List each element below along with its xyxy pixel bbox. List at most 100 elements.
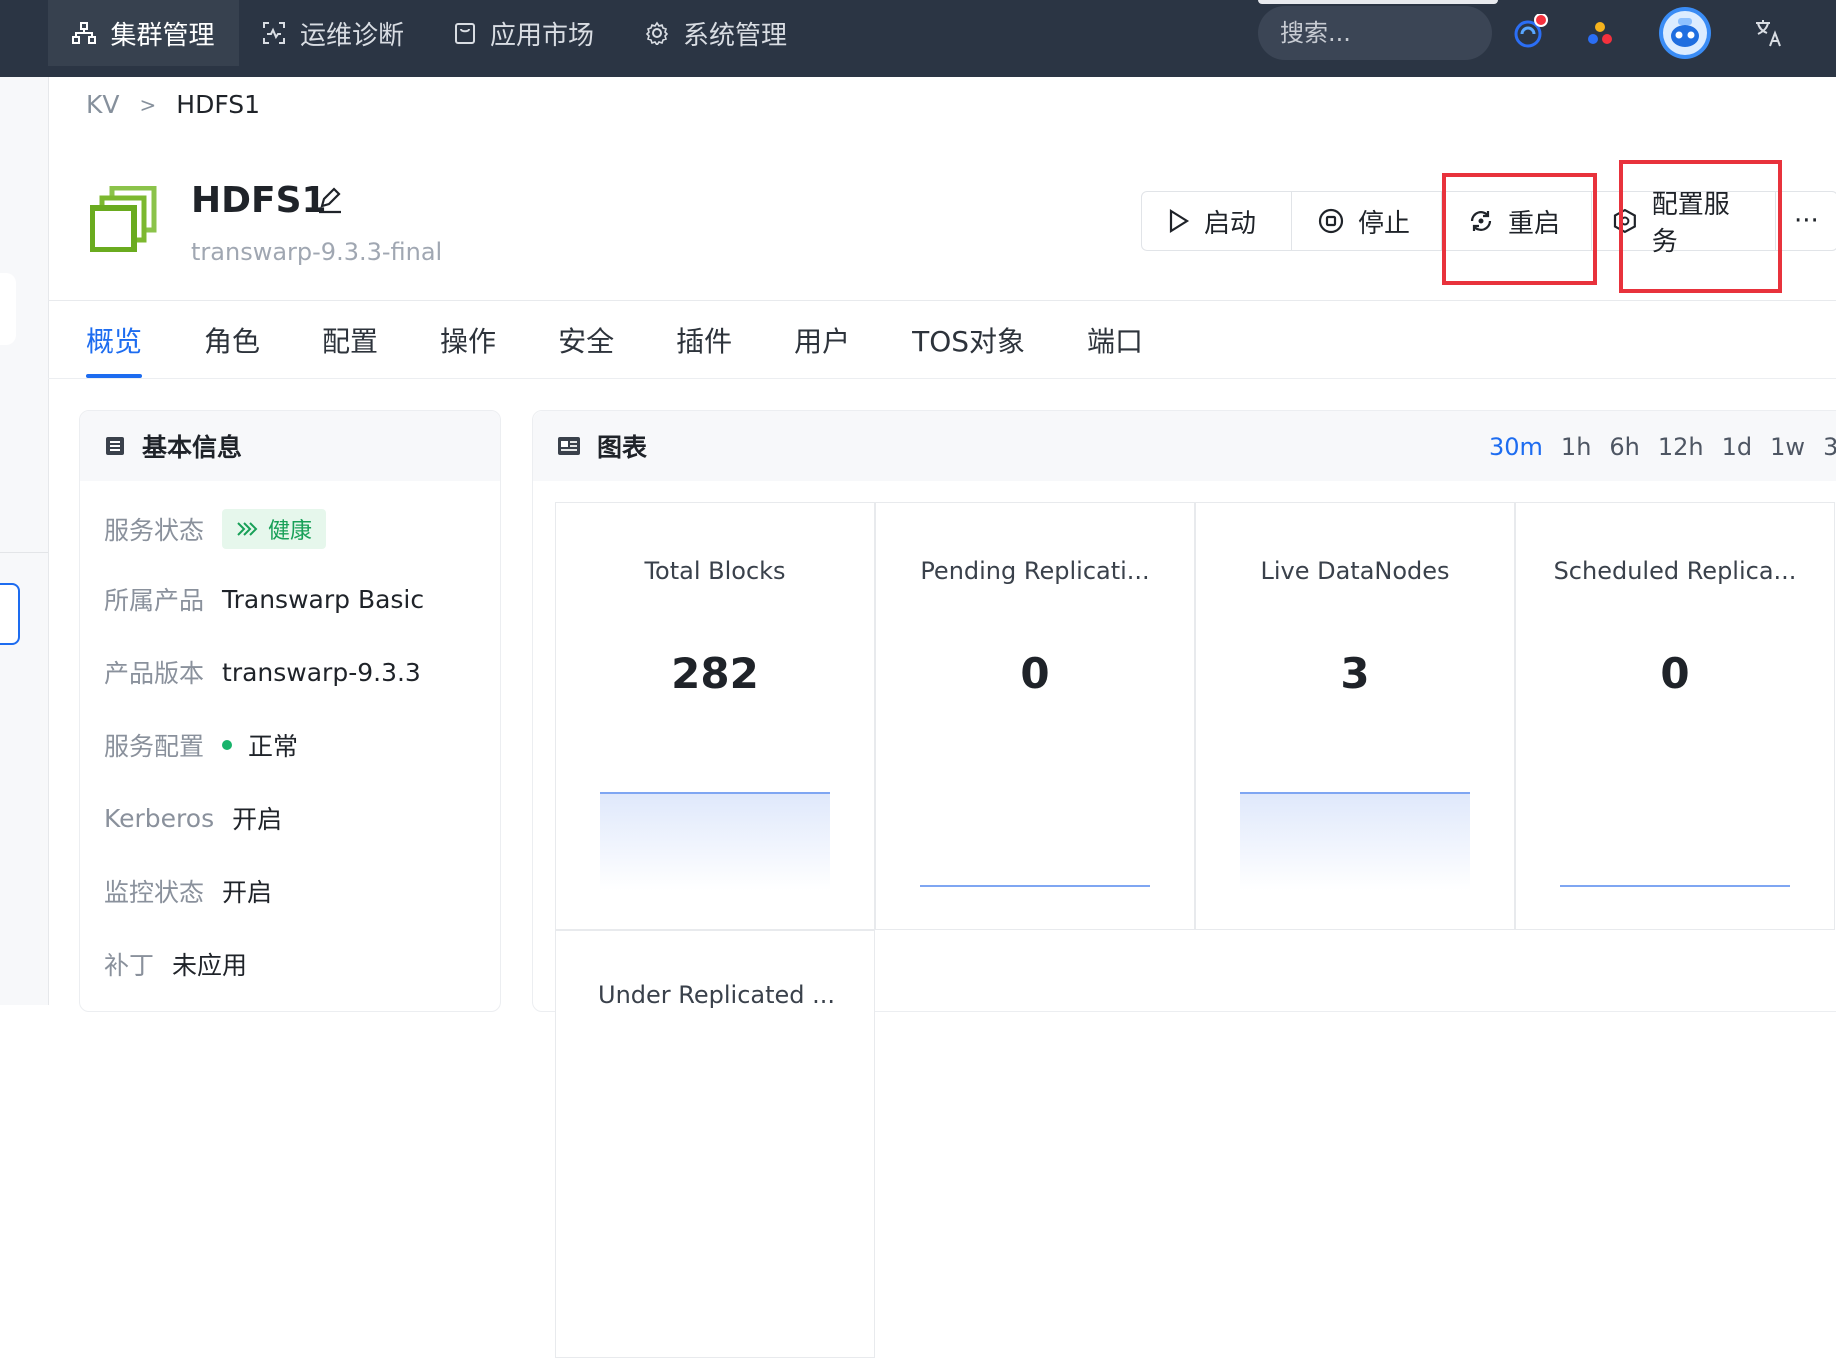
basic-info-header: 基本信息	[80, 411, 500, 481]
metric-card-total-blocks[interactable]: Total Blocks 282	[555, 502, 875, 930]
range-1d[interactable]: 1d	[1722, 433, 1753, 461]
basic-info-title: 基本信息	[142, 433, 243, 462]
metric-card-scheduled-replication[interactable]: Scheduled Replica... 0	[1515, 502, 1835, 930]
metric-title: Pending Replicati...	[920, 557, 1150, 585]
nav-item-label: 运维诊断	[300, 20, 405, 51]
top-navigation-bar: 集群管理 运维诊断 应用市场 系统管理	[0, 0, 1836, 77]
left-sidebar	[0, 77, 49, 1005]
nav-item-system-management[interactable]: 系统管理	[645, 0, 787, 66]
info-label: 补丁	[104, 951, 155, 980]
charts-card: 图表 30m 1h 6h 12h 1d 1w 30d Total Blocks …	[532, 410, 1836, 1358]
search-box[interactable]	[1258, 6, 1492, 60]
gear-icon	[645, 21, 669, 45]
more-label: ···	[1794, 206, 1819, 236]
info-label: 服务状态	[104, 516, 205, 545]
notification-icon[interactable]	[1512, 13, 1548, 54]
info-label: 服务配置	[104, 732, 205, 761]
edit-icon[interactable]	[316, 186, 344, 218]
tab-security[interactable]: 安全	[558, 320, 614, 378]
metric-card-pending-replication[interactable]: Pending Replicati... 0	[875, 502, 1195, 930]
highlight-box-configure	[1619, 160, 1782, 293]
range-6h[interactable]: 6h	[1609, 433, 1639, 461]
range-1w[interactable]: 1w	[1770, 433, 1805, 461]
info-row-kerberos: Kerberos 开启	[104, 800, 282, 836]
nav-item-ops-diagnosis[interactable]: 运维诊断	[262, 0, 404, 66]
tab-operations[interactable]: 操作	[440, 320, 496, 378]
metric-value: 282	[671, 649, 759, 698]
info-value: transwarp-9.3.3	[222, 657, 421, 687]
range-30d[interactable]: 30d	[1823, 433, 1836, 461]
info-row-product-version: 产品版本 transwarp-9.3.3	[104, 654, 421, 690]
cluster-icon	[72, 22, 97, 44]
sparkline-flat	[920, 885, 1150, 887]
tab-plugins[interactable]: 插件	[676, 320, 732, 378]
search-highlight	[1258, 0, 1498, 4]
tabs-divider	[48, 378, 1836, 379]
basic-info-card: 基本信息 服务状态 健康 所属产品 Transwarp Basic 产品版本 t…	[79, 410, 501, 1012]
range-30m[interactable]: 30m	[1489, 433, 1543, 461]
info-row-service-status: 服务状态 健康	[104, 509, 327, 549]
start-label: 启动	[1204, 208, 1257, 239]
stop-button[interactable]: 停止	[1292, 192, 1442, 250]
diagnose-icon	[263, 22, 285, 44]
start-button[interactable]: 启动	[1142, 192, 1292, 250]
more-actions-button[interactable]: ···	[1776, 192, 1836, 250]
sparkline-flat	[1560, 885, 1790, 887]
breadcrumb-current: HDFS1	[176, 90, 261, 119]
info-value: 开启	[232, 805, 283, 834]
metric-value: 0	[1660, 649, 1690, 698]
nav-item-label: 集群管理	[110, 20, 215, 51]
status-dot	[222, 740, 233, 750]
list-icon	[106, 437, 124, 455]
sparkline-area	[600, 792, 830, 891]
tab-ports[interactable]: 端口	[1087, 320, 1143, 378]
info-label: 产品版本	[104, 659, 205, 688]
info-label: 监控状态	[104, 878, 205, 907]
nav-item-cluster-management[interactable]: 集群管理	[48, 0, 239, 66]
metric-card-under-replicated[interactable]: Under Replicated ...	[555, 930, 875, 1358]
chart-icon	[558, 437, 580, 455]
hdfs-logo	[89, 185, 158, 256]
tab-config[interactable]: 配置	[322, 320, 378, 378]
search-input[interactable]	[1278, 18, 1472, 48]
tab-tos-objects[interactable]: TOS对象	[912, 320, 1025, 378]
info-value: Transwarp Basic	[222, 584, 425, 614]
metric-card-live-datanodes[interactable]: Live DataNodes 3	[1195, 502, 1515, 930]
info-value: 正常	[248, 732, 299, 761]
range-1h[interactable]: 1h	[1561, 433, 1591, 461]
market-icon	[455, 23, 475, 44]
status-badge: 健康	[222, 509, 327, 549]
language-icon[interactable]	[1754, 18, 1784, 52]
breadcrumb-parent-link[interactable]: KV	[86, 90, 120, 119]
nav-item-label: 应用市场	[490, 20, 595, 51]
tab-roles[interactable]: 角色	[204, 320, 260, 378]
status-badge-label: 健康	[268, 519, 313, 544]
charts-title: 图表	[597, 433, 648, 462]
nav-item-label: 系统管理	[683, 20, 788, 51]
apps-icon[interactable]	[1586, 20, 1614, 52]
nav-item-app-market[interactable]: 应用市场	[454, 0, 594, 66]
info-row-patch: 补丁 未应用	[104, 946, 247, 982]
sidebar-tab[interactable]	[0, 273, 16, 345]
sidebar-selected-item[interactable]	[0, 583, 20, 645]
info-label: Kerberos	[104, 803, 215, 833]
metric-title: Total Blocks	[644, 557, 786, 585]
stop-label: 停止	[1358, 208, 1411, 239]
range-12h[interactable]: 12h	[1658, 433, 1704, 461]
info-row-monitoring: 监控状态 开启	[104, 873, 272, 909]
metric-value: 0	[1020, 649, 1050, 698]
sidebar-divider	[0, 552, 48, 553]
avatar[interactable]	[1658, 6, 1712, 64]
info-value: 未应用	[172, 951, 248, 980]
tab-overview[interactable]: 概览	[86, 320, 143, 378]
info-label: 所属产品	[104, 586, 205, 615]
service-name: HDFS1	[191, 180, 327, 221]
breadcrumb: KV > HDFS1	[86, 90, 260, 119]
tab-users[interactable]: 用户	[794, 320, 850, 378]
info-row-service-config: 服务配置 正常	[104, 727, 298, 763]
sparkline-area	[1240, 792, 1470, 891]
info-value: 开启	[222, 878, 273, 907]
chevrons-right-icon	[237, 522, 258, 536]
highlight-box-restart	[1442, 173, 1597, 285]
metric-value: 3	[1340, 649, 1370, 698]
